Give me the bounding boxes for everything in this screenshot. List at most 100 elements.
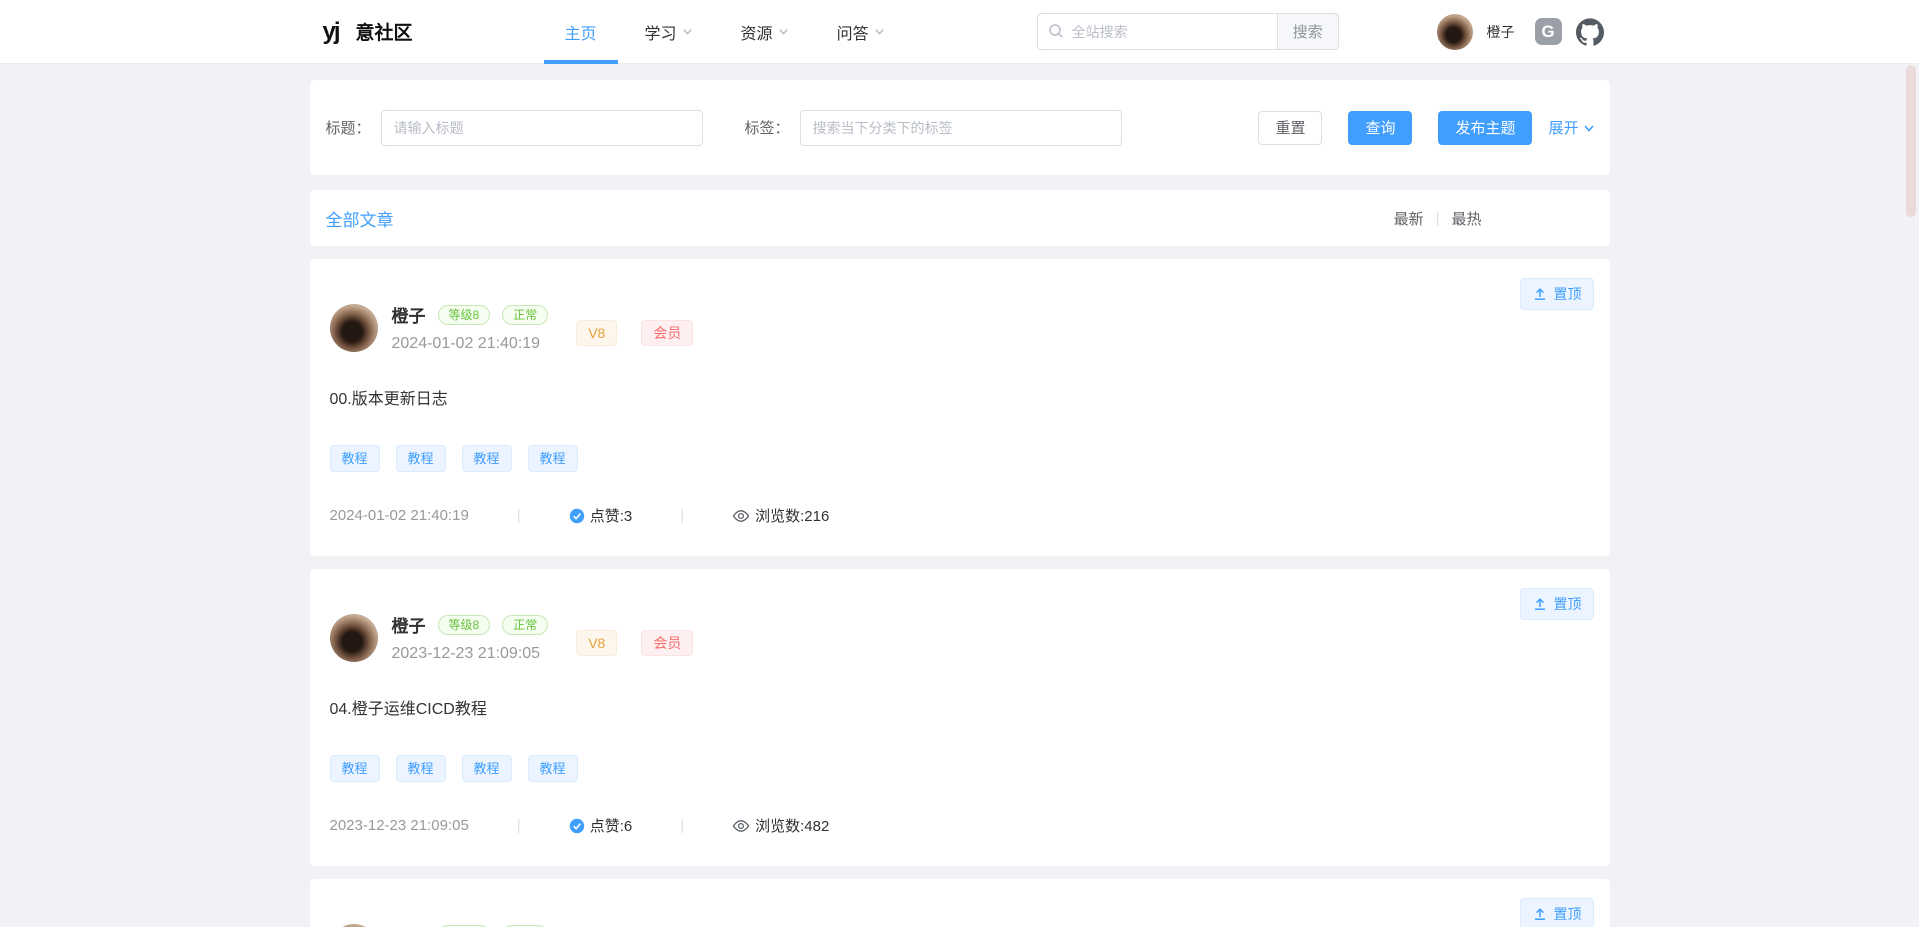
post-tags: 教程 教程 教程 教程 <box>330 755 1594 782</box>
user-name[interactable]: 橙子 <box>1487 22 1515 42</box>
level-badge: 等级8 <box>438 305 491 325</box>
expand-link[interactable]: 展开 <box>1548 117 1593 138</box>
title-field-label: 标题： <box>326 117 371 138</box>
scrollbar-thumb[interactable] <box>1906 65 1916 217</box>
tag[interactable]: 教程 <box>330 755 380 782</box>
main-content: 标题： 标签： 重置 查询 发布主题 展开 全部文章 最新 | 最热 <box>310 80 1610 927</box>
views-stat: 浏览数:482 <box>732 815 829 836</box>
post-card: 置顶 橙子 等级8 正常 2024-01-02 21:40:19 V8 会员 0… <box>310 259 1610 556</box>
check-circle-icon <box>569 508 585 524</box>
pin-button[interactable]: 置顶 <box>1520 588 1594 620</box>
meta-separator: | <box>517 817 521 834</box>
meta-separator: | <box>517 507 521 524</box>
sort-newest[interactable]: 最新 <box>1394 208 1424 229</box>
post-datetime: 2024-01-02 21:40:19 <box>392 335 549 353</box>
title-input[interactable] <box>381 110 703 146</box>
post-datetime: 2023-12-23 21:09:05 <box>392 645 549 663</box>
nav-item-home-label: 主页 <box>565 20 597 44</box>
search-icon <box>1048 23 1064 44</box>
gitee-icon[interactable]: G <box>1535 18 1562 45</box>
chevron-down-icon <box>874 26 885 37</box>
status-badge: 正常 <box>502 615 548 635</box>
views-stat: 浏览数:216 <box>732 505 829 526</box>
nav-item-qa-label: 问答 <box>837 20 869 44</box>
upload-arrow-icon <box>1532 596 1548 612</box>
top-navbar: yj 意社区 主页 学习 资源 问答 <box>0 0 1919 64</box>
vip-badge: V8 <box>576 630 617 656</box>
avatar[interactable] <box>1437 14 1473 50</box>
pin-button-label: 置顶 <box>1554 284 1582 304</box>
avatar[interactable] <box>330 924 378 927</box>
nav-item-resources[interactable]: 资源 <box>726 0 804 64</box>
member-badge: 会员 <box>641 320 693 346</box>
pin-button-label: 置顶 <box>1554 904 1582 924</box>
pin-button[interactable]: 置顶 <box>1520 898 1594 927</box>
search-input[interactable] <box>1037 13 1277 50</box>
pin-button[interactable]: 置顶 <box>1520 278 1594 310</box>
chevron-down-icon <box>1583 122 1594 133</box>
nav-item-home[interactable]: 主页 <box>550 0 612 64</box>
check-circle-icon <box>569 818 585 834</box>
scrollbar[interactable] <box>1903 0 1919 927</box>
post-card: 置顶 橙子 等级8 正常 2023-12-16 15:22:38 V8 会员 <box>310 879 1610 927</box>
post-title[interactable]: 00.版本更新日志 <box>330 385 1594 409</box>
likes-label: 点赞:6 <box>590 815 633 836</box>
sort-hottest[interactable]: 最热 <box>1451 208 1481 229</box>
upload-arrow-icon <box>1532 286 1548 302</box>
brand-logo-icon: yj <box>316 17 346 47</box>
nav-item-learn-label: 学习 <box>645 20 677 44</box>
likes-label: 点赞:3 <box>590 505 633 526</box>
author-name[interactable]: 橙子 <box>392 302 426 327</box>
tag-field-label: 标签： <box>745 117 790 138</box>
pin-button-label: 置顶 <box>1554 594 1582 614</box>
nav-item-qa[interactable]: 问答 <box>822 0 900 64</box>
post-card: 置顶 橙子 等级8 正常 2023-12-23 21:09:05 V8 会员 0… <box>310 569 1610 866</box>
author-name[interactable]: 橙子 <box>392 612 426 637</box>
tag[interactable]: 教程 <box>462 755 512 782</box>
nav-item-learn[interactable]: 学习 <box>630 0 708 64</box>
query-button[interactable]: 查询 <box>1348 111 1412 145</box>
nav-item-resources-label: 资源 <box>741 20 773 44</box>
author-name[interactable]: 橙子 <box>392 922 426 927</box>
vip-badge: V8 <box>576 320 617 346</box>
post-meta: 2024-01-02 21:40:19 | 点赞:3 | 浏览数:216 <box>330 505 1594 526</box>
publish-topic-button[interactable]: 发布主题 <box>1438 111 1532 145</box>
tag[interactable]: 教程 <box>396 755 446 782</box>
eye-icon <box>732 817 750 835</box>
post-title[interactable]: 04.橙子运维CICD教程 <box>330 695 1594 719</box>
tag[interactable]: 教程 <box>396 445 446 472</box>
sort-separator: | <box>1436 210 1440 227</box>
avatar[interactable] <box>330 614 378 662</box>
meta-separator: | <box>680 817 684 834</box>
meta-separator: | <box>680 507 684 524</box>
tag-input[interactable] <box>800 110 1122 146</box>
brand-title: 意社区 <box>356 18 413 45</box>
tag[interactable]: 教程 <box>528 445 578 472</box>
upload-arrow-icon <box>1532 906 1548 922</box>
status-badge: 正常 <box>502 305 548 325</box>
list-header: 全部文章 最新 | 最热 <box>310 190 1610 246</box>
all-articles-link[interactable]: 全部文章 <box>326 206 394 231</box>
post-meta: 2023-12-23 21:09:05 | 点赞:6 | 浏览数:482 <box>330 815 1594 836</box>
level-badge: 等级8 <box>438 615 491 635</box>
chevron-down-icon <box>682 26 693 37</box>
tag[interactable]: 教程 <box>462 445 512 472</box>
expand-link-label: 展开 <box>1548 117 1578 138</box>
avatar[interactable] <box>330 304 378 352</box>
tag[interactable]: 教程 <box>330 445 380 472</box>
meta-date: 2024-01-02 21:40:19 <box>330 507 469 524</box>
eye-icon <box>732 507 750 525</box>
likes-stat: 点赞:6 <box>569 815 633 836</box>
tag[interactable]: 教程 <box>528 755 578 782</box>
member-badge: 会员 <box>641 630 693 656</box>
views-label: 浏览数:482 <box>755 815 829 836</box>
reset-button[interactable]: 重置 <box>1258 111 1322 145</box>
search-button[interactable]: 搜索 <box>1277 13 1339 50</box>
main-nav: 主页 学习 资源 问答 <box>541 0 909 64</box>
github-icon[interactable] <box>1576 18 1604 46</box>
post-tags: 教程 教程 教程 教程 <box>330 445 1594 472</box>
brand[interactable]: yj 意社区 <box>316 17 413 47</box>
likes-stat: 点赞:3 <box>569 505 633 526</box>
filter-panel: 标题： 标签： 重置 查询 发布主题 展开 <box>310 80 1610 175</box>
user-area: 橙子 G <box>1437 14 1604 50</box>
